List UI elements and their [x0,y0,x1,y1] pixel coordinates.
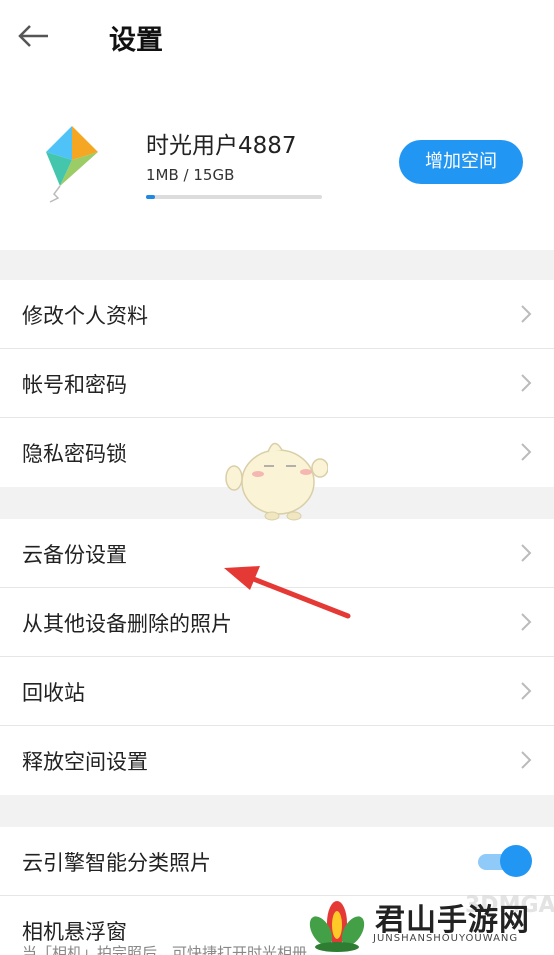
chevron-right-icon [521,613,532,631]
storage-progress-bar [146,195,322,199]
red-arrow-annotation [224,566,351,619]
toggle-knob [500,845,532,877]
settings-item-label: 云备份设置 [22,543,127,567]
chevron-right-icon [521,374,532,392]
settings-screen: 设置 时光用户4887 1MB / 15GB 增加空间 修改个人资料 帐号和密码… [0,0,554,955]
settings-item-label: 释放空间设置 [22,750,148,774]
lotus-logo-icon [309,901,365,952]
mascot-sticker [225,442,328,521]
chevron-right-icon [521,751,532,769]
username: 时光用户4887 [146,133,297,159]
settings-item-edit-profile[interactable]: 修改个人资料 [0,280,554,349]
watermark: 3DMGAME 君山手游网 JUNSHANSHOUYOUWANG [305,893,554,955]
kite-icon [46,126,98,203]
chevron-right-icon [521,305,532,323]
settings-item-recycle-bin[interactable]: 回收站 [0,657,554,726]
chevron-right-icon [521,544,532,562]
storage-progress-fill [146,195,155,199]
chevron-right-icon [521,443,532,461]
profile-card: 时光用户4887 1MB / 15GB 增加空间 [0,80,554,250]
settings-item-label: 从其他设备删除的照片 [22,612,232,636]
settings-item-label: 云引擎智能分类照片 [22,851,211,875]
arrow-left-icon [18,25,48,47]
settings-item-smart-classify[interactable]: 云引擎智能分类照片 [0,827,554,896]
settings-item-label: 帐号和密码 [22,373,127,397]
back-button[interactable] [12,16,56,56]
settings-item-label: 隐私密码锁 [22,442,127,466]
header-bar: 设置 [0,0,554,80]
settings-item-account-password[interactable]: 帐号和密码 [0,349,554,418]
storage-usage-text: 1MB / 15GB [146,166,235,184]
settings-item-label: 回收站 [22,681,85,705]
watermark-brand-sub: JUNSHANSHOUYOUWANG [373,933,519,944]
smart-classify-toggle[interactable] [476,844,532,878]
settings-item-free-space[interactable]: 释放空间设置 [0,726,554,795]
page-title: 设置 [109,25,163,56]
add-space-button[interactable]: 增加空间 [399,140,523,184]
settings-item-description: 当「相机」拍完照后，可快捷打开时光相册 [22,944,308,955]
settings-item-label: 修改个人资料 [22,304,148,328]
chevron-right-icon [521,682,532,700]
